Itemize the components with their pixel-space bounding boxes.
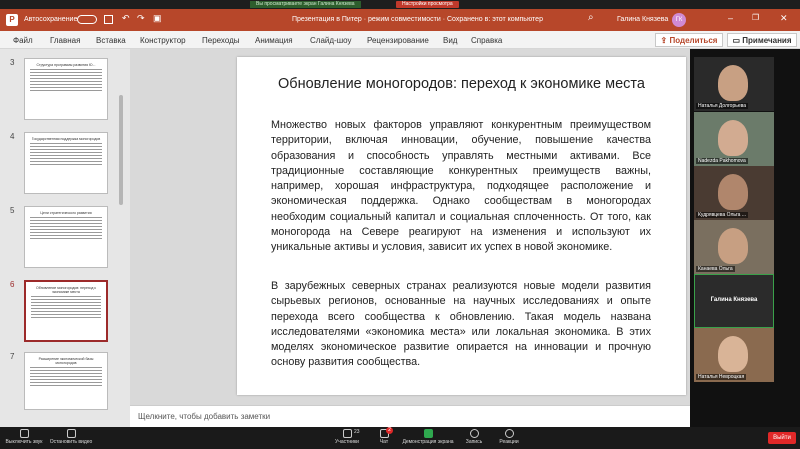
participant-face bbox=[718, 65, 748, 101]
tab-slideshow[interactable]: Слайд-шоу bbox=[310, 36, 351, 45]
microphone-icon bbox=[19, 429, 29, 438]
share-screen-label: Демонстрация экрана bbox=[402, 439, 454, 445]
stop-video-button[interactable]: Остановить видео bbox=[48, 429, 94, 445]
ribbon-tabs: Файл Главная Вставка Конструктор Переход… bbox=[0, 31, 800, 49]
thumb-title: Структура программы развития Ю... bbox=[36, 63, 96, 67]
document-title: Презентация в Питер · режим совместимост… bbox=[292, 16, 543, 23]
participants-count: 23 bbox=[354, 429, 360, 435]
maximize-icon[interactable]: ❐ bbox=[752, 13, 759, 22]
tab-transitions[interactable]: Переходы bbox=[202, 36, 240, 45]
tab-help[interactable]: Справка bbox=[471, 36, 502, 45]
view-options-button[interactable]: Настройки просмотра bbox=[396, 1, 459, 8]
slide-thumbnail-3[interactable]: Структура программы развития Ю... bbox=[24, 58, 108, 120]
record-label: Запись bbox=[465, 439, 483, 445]
participant-video[interactable]: Nadezda Pakhomova bbox=[694, 112, 774, 166]
slide-thumbnail-7[interactable]: Расширение экономической базы моногородо… bbox=[24, 352, 108, 410]
share-screen-button[interactable]: Демонстрация экрана bbox=[402, 429, 454, 445]
smile-icon bbox=[504, 429, 514, 438]
ppt-logo-icon: P bbox=[6, 14, 18, 26]
participants-label: Участники bbox=[335, 439, 359, 445]
thumb-number: 7 bbox=[10, 352, 15, 361]
tab-design[interactable]: Конструктор bbox=[140, 36, 186, 45]
zoom-meeting-toolbar: Выключить звук Остановить видео Участник… bbox=[0, 427, 800, 449]
leave-meeting-button[interactable]: Выйти bbox=[768, 432, 796, 444]
participant-name: Канаева Ольга bbox=[696, 266, 735, 272]
comments-button[interactable]: ▭ Примечания bbox=[727, 33, 797, 47]
current-slide[interactable]: Обновление моногородов: переход к эконом… bbox=[237, 57, 686, 395]
record-button[interactable]: Запись bbox=[460, 429, 488, 445]
comment-icon: ▭ bbox=[732, 36, 743, 45]
slide-paragraph-1[interactable]: Множество новых факторов управляют конку… bbox=[271, 118, 651, 256]
thumb-number: 5 bbox=[10, 206, 15, 215]
mute-button[interactable]: Выключить звук bbox=[2, 429, 46, 445]
chat-badge: 2 bbox=[386, 427, 393, 434]
share-button[interactable]: ⇪ Поделиться bbox=[655, 33, 723, 47]
search-icon[interactable]: ⌕ bbox=[588, 12, 594, 23]
tab-view[interactable]: Вид bbox=[443, 36, 457, 45]
chat-label: Чат bbox=[379, 439, 389, 445]
share-screen-icon bbox=[423, 429, 433, 438]
undo-icon[interactable]: ↶ bbox=[122, 13, 130, 24]
participant-video[interactable]: Наталья Невроцкая bbox=[694, 328, 774, 382]
minimize-icon[interactable]: – bbox=[728, 13, 733, 23]
viewing-notice: Вы просматриваете экран Галина Князева bbox=[250, 1, 361, 8]
participant-video[interactable]: Наталья Долгорьева bbox=[694, 57, 774, 111]
redo-icon[interactable]: ↷ bbox=[137, 13, 145, 24]
tab-home[interactable]: Главная bbox=[50, 36, 80, 45]
slide-title[interactable]: Обновление моногородов: переход к эконом… bbox=[237, 75, 686, 94]
participant-face bbox=[718, 336, 748, 372]
participant-video[interactable]: Канаева Ольга bbox=[694, 220, 774, 274]
participant-video-presenter[interactable]: Галина Князева bbox=[694, 274, 774, 328]
slide-thumbnail-4[interactable]: Государственная поддержка моногородов bbox=[24, 132, 108, 194]
participants-icon bbox=[342, 429, 352, 438]
tab-animations[interactable]: Анимация bbox=[255, 36, 293, 45]
user-name: Галина Князева bbox=[617, 16, 669, 23]
thumb-title: Цели стратегического развития bbox=[40, 211, 92, 215]
notes-area[interactable]: Щелкните, чтобы добавить заметки bbox=[130, 405, 690, 427]
thumbnail-scrollbar[interactable] bbox=[119, 95, 123, 205]
participant-face bbox=[718, 120, 748, 156]
autosave-toggle[interactable] bbox=[77, 15, 97, 24]
slide-paragraph-2[interactable]: В зарубежных северных странах реализуютс… bbox=[271, 279, 651, 371]
slide-thumbnail-6[interactable]: Обновление моногородов: переход к эконом… bbox=[24, 280, 108, 342]
start-slideshow-icon[interactable]: ▣ bbox=[153, 13, 162, 24]
slide-thumbnail-5[interactable]: Цели стратегического развития bbox=[24, 206, 108, 268]
thumb-number: 3 bbox=[10, 58, 15, 67]
video-camera-icon bbox=[66, 429, 76, 438]
thumb-title: Обновление моногородов: переход к эконом… bbox=[36, 286, 96, 294]
thumb-title: Расширение экономической базы моногородо… bbox=[38, 357, 94, 365]
participant-name: Nadezda Pakhomova bbox=[696, 158, 748, 164]
save-icon[interactable] bbox=[104, 15, 113, 24]
participant-name: Кудрявцева Ольга ... bbox=[696, 212, 749, 218]
tab-review[interactable]: Рецензирование bbox=[367, 36, 429, 45]
tab-file[interactable]: Файл bbox=[13, 36, 33, 45]
reactions-button[interactable]: Реакции bbox=[494, 429, 524, 445]
participant-name: Галина Князева bbox=[710, 297, 758, 303]
avatar[interactable]: ГК bbox=[672, 13, 686, 27]
participant-face bbox=[718, 174, 748, 210]
reactions-label: Реакции bbox=[499, 439, 519, 445]
thumb-title: Государственная поддержка моногородов bbox=[31, 137, 101, 141]
share-label: Поделиться bbox=[669, 36, 718, 45]
tab-insert[interactable]: Вставка bbox=[96, 36, 126, 45]
mute-label: Выключить звук bbox=[5, 439, 43, 445]
ppt-title-bar: P Автосохранение ↶ ↷ ▣ Презентация в Пит… bbox=[0, 9, 800, 31]
autosave-label: Автосохранение bbox=[24, 16, 78, 23]
participant-name: Наталья Невроцкая bbox=[696, 374, 747, 380]
thumb-number: 6 bbox=[10, 280, 15, 289]
thumb-number: 4 bbox=[10, 132, 15, 141]
close-icon[interactable]: ✕ bbox=[780, 13, 788, 24]
stop-video-label: Остановить видео bbox=[49, 439, 93, 445]
comments-label: Примечания bbox=[742, 36, 792, 45]
record-icon bbox=[469, 429, 479, 438]
participant-name: Наталья Долгорьева bbox=[696, 103, 748, 109]
participant-face bbox=[718, 228, 748, 264]
participant-video[interactable]: Кудрявцева Ольга ... bbox=[694, 166, 774, 220]
